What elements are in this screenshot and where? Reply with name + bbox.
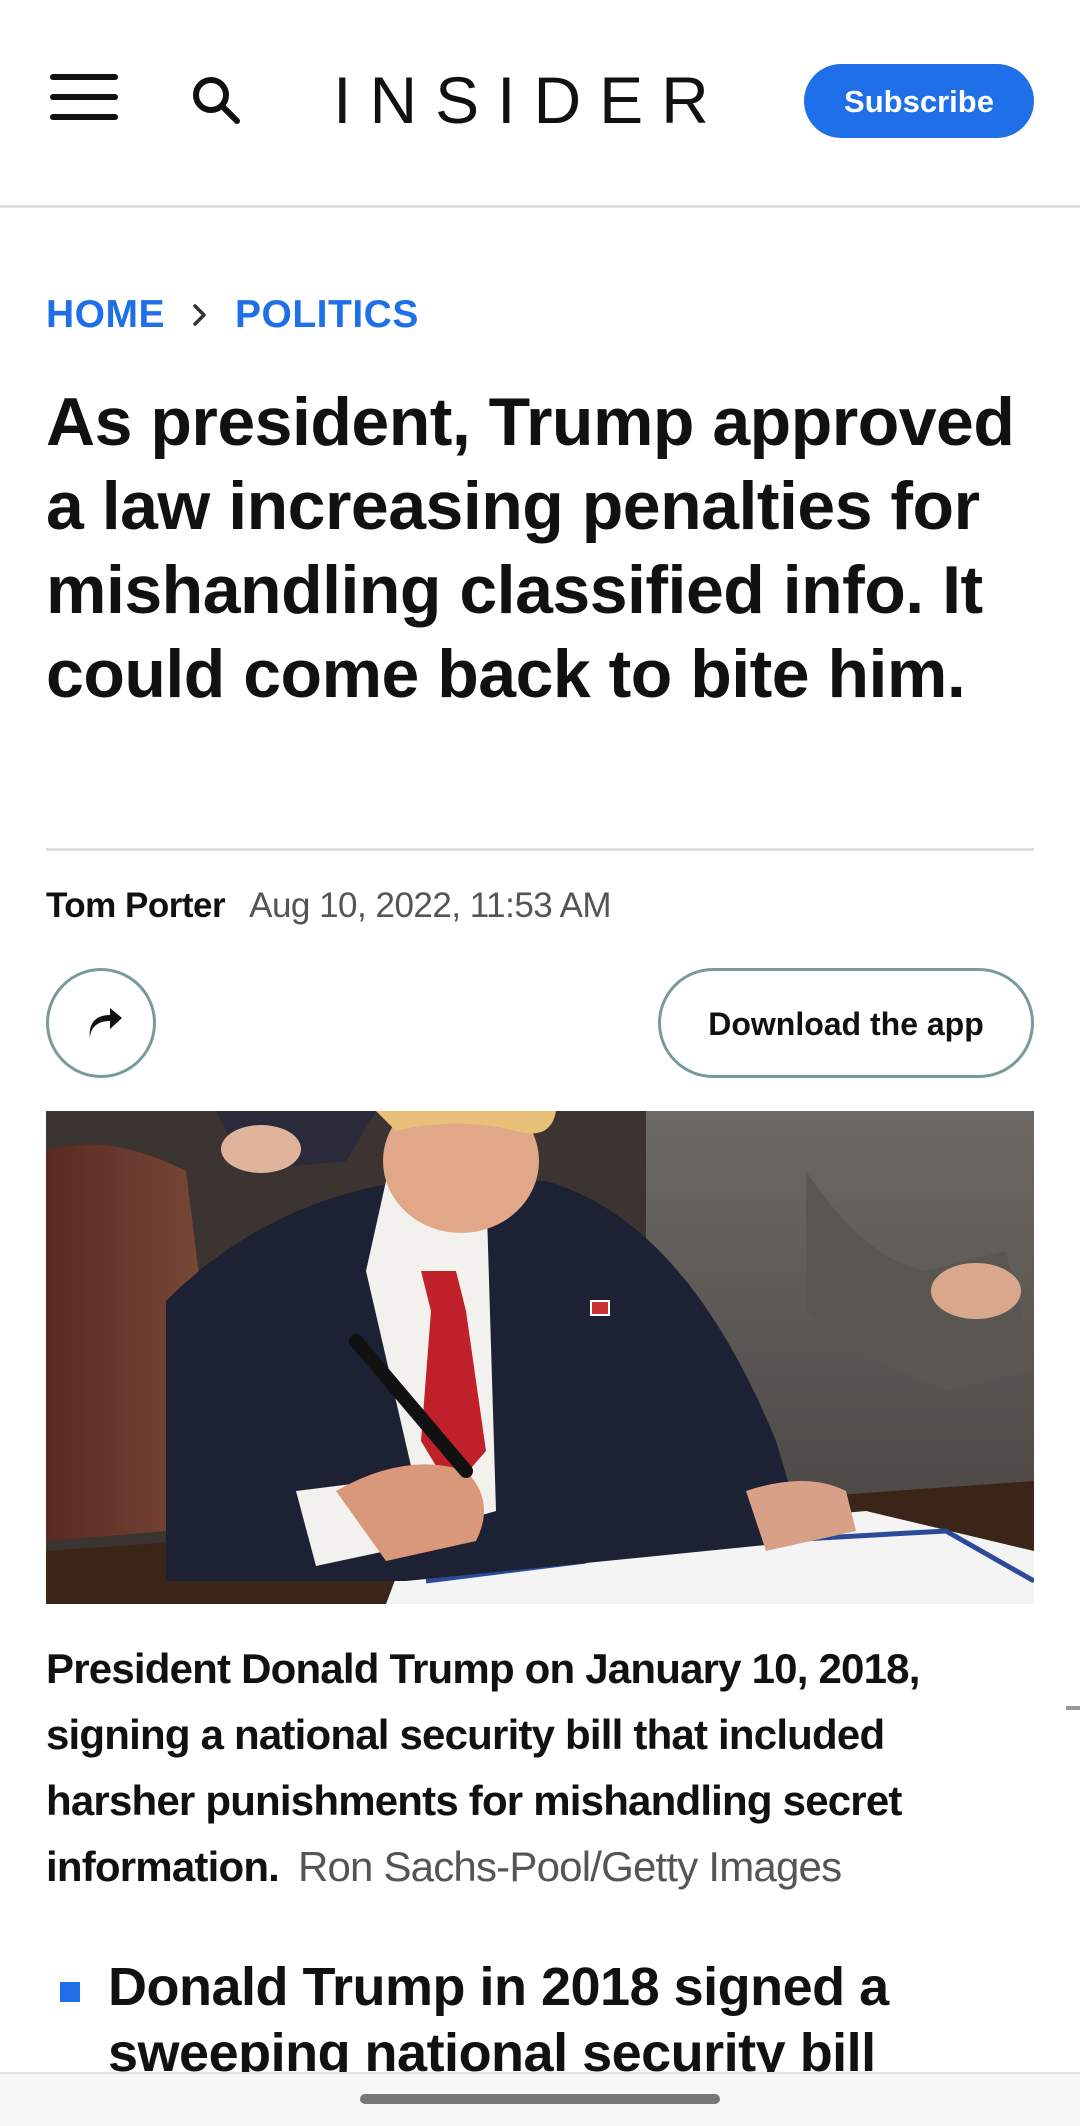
hamburger-menu-icon[interactable] <box>50 74 118 120</box>
bullet-marker <box>60 1982 80 2002</box>
photo-credit: Ron Sachs-Pool/Getty Images <box>297 1843 842 1890</box>
article-headline: As president, Trump approved a law incre… <box>46 384 1015 712</box>
breadcrumb-home-link[interactable]: HOME <box>46 293 165 337</box>
byline: Tom Porter Aug 10, 2022, 11:53 AM <box>46 886 612 934</box>
home-indicator[interactable] <box>360 2094 720 2104</box>
chevron-right-icon <box>165 290 235 340</box>
divider <box>46 848 1034 851</box>
key-point: Donald Trump in 2018 signed a sweeping n… <box>108 1957 889 2074</box>
site-logo[interactable]: INSIDER <box>330 64 730 136</box>
download-app-button[interactable]: Download the app <box>658 968 1034 1078</box>
site-header: INSIDER Subscribe <box>0 0 1080 208</box>
share-arrow-icon <box>89 1008 122 1039</box>
share-button[interactable] <box>46 968 156 1078</box>
publish-date: Aug 10, 2022, 11:53 AM <box>249 886 612 925</box>
search-icon[interactable] <box>190 74 242 126</box>
breadcrumb-politics-link[interactable]: POLITICS <box>235 293 419 337</box>
subscribe-button[interactable]: Subscribe <box>804 64 1034 138</box>
author-name[interactable]: Tom Porter <box>46 886 226 926</box>
photo-caption: President Donald Trump on January 10, 20… <box>46 1636 1036 1900</box>
scroll-indicator <box>1066 1706 1080 1710</box>
breadcrumb: HOME POLITICS <box>46 290 419 340</box>
article-photo <box>46 1111 1034 1604</box>
